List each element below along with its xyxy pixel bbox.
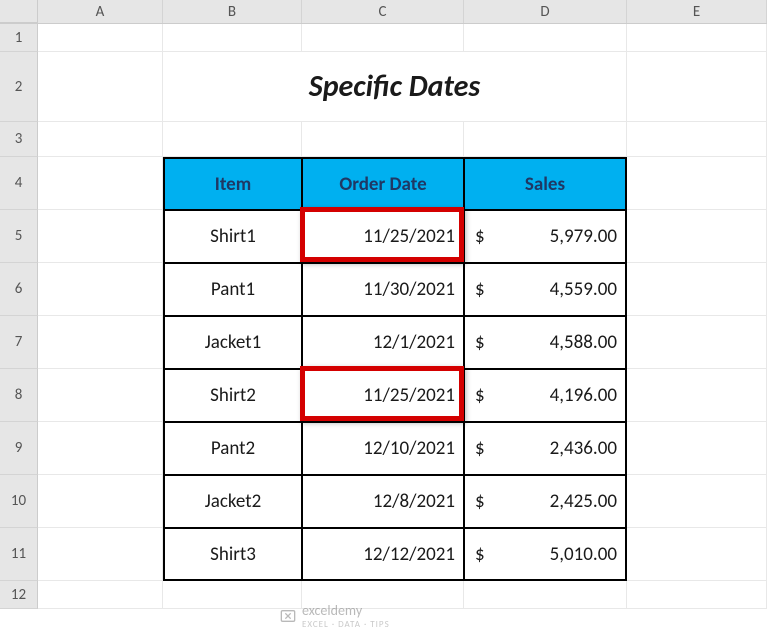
sales-amount: 2,436.00 xyxy=(550,437,617,460)
row-header-12[interactable]: 12 xyxy=(0,581,38,609)
cell-E7[interactable] xyxy=(627,316,767,369)
cell-D1[interactable] xyxy=(464,24,627,52)
cell-B3[interactable] xyxy=(163,122,302,157)
cell-date-6[interactable]: 12/12/2021 xyxy=(302,528,464,581)
currency-symbol: $ xyxy=(473,490,485,513)
title-cell[interactable]: Specific Dates xyxy=(163,52,627,122)
row-header-8[interactable]: 8 xyxy=(0,369,38,422)
cell-E2[interactable] xyxy=(627,52,767,122)
cell-date-1[interactable]: 11/30/2021 xyxy=(302,263,464,316)
sales-amount: 4,588.00 xyxy=(550,331,617,354)
col-header-E[interactable]: E xyxy=(627,0,767,23)
cell-B1[interactable] xyxy=(163,24,302,52)
cell-A6[interactable] xyxy=(38,263,163,316)
sales-amount: 5,979.00 xyxy=(550,225,617,248)
currency-symbol: $ xyxy=(473,278,485,301)
select-all-corner[interactable] xyxy=(0,0,38,23)
cell-item-1[interactable]: Pant1 xyxy=(163,263,302,316)
sales-amount: 2,425.00 xyxy=(550,490,617,513)
cell-A5[interactable] xyxy=(38,210,163,263)
watermark-subtext: EXCEL · DATA · TIPS xyxy=(302,619,390,630)
cell-item-2[interactable]: Jacket1 xyxy=(163,316,302,369)
cell-E3[interactable] xyxy=(627,122,767,157)
cell-E11[interactable] xyxy=(627,528,767,581)
row-header-6[interactable]: 6 xyxy=(0,263,38,316)
sales-amount: 4,559.00 xyxy=(550,278,617,301)
currency-symbol: $ xyxy=(473,437,485,460)
cell-sales-5[interactable]: $ 2,425.00 xyxy=(464,475,627,528)
cell-date-4[interactable]: 12/10/2021 xyxy=(302,422,464,475)
cell-A4[interactable] xyxy=(38,157,163,210)
col-header-B[interactable]: B xyxy=(163,0,302,23)
cell-sales-4[interactable]: $ 2,436.00 xyxy=(464,422,627,475)
cell-sales-0[interactable]: $ 5,979.00 xyxy=(464,210,627,263)
cell-E5[interactable] xyxy=(627,210,767,263)
row-header-9[interactable]: 9 xyxy=(0,422,38,475)
cell-A11[interactable] xyxy=(38,528,163,581)
cell-date-5[interactable]: 12/8/2021 xyxy=(302,475,464,528)
cell-A3[interactable] xyxy=(38,122,163,157)
watermark: exceldemy EXCEL · DATA · TIPS xyxy=(280,602,390,630)
cell-E10[interactable] xyxy=(627,475,767,528)
watermark-text: exceldemy xyxy=(302,602,390,619)
currency-symbol: $ xyxy=(473,225,485,248)
cell-A8[interactable] xyxy=(38,369,163,422)
spreadsheet-grid: A B C D E 1 2 Specific Dates 3 4 Item Or… xyxy=(0,0,767,638)
currency-symbol: $ xyxy=(473,543,485,566)
cell-sales-2[interactable]: $ 4,588.00 xyxy=(464,316,627,369)
cell-sales-3[interactable]: $ 4,196.00 xyxy=(464,369,627,422)
cell-item-4[interactable]: Pant2 xyxy=(163,422,302,475)
cell-A2[interactable] xyxy=(38,52,163,122)
row-header-1[interactable]: 1 xyxy=(0,24,38,52)
currency-symbol: $ xyxy=(473,384,485,407)
cell-A7[interactable] xyxy=(38,316,163,369)
row-header-2[interactable]: 2 xyxy=(0,52,38,122)
cell-D12[interactable] xyxy=(464,581,627,609)
row-header-3[interactable]: 3 xyxy=(0,122,38,157)
header-item[interactable]: Item xyxy=(163,157,302,210)
row-header-5[interactable]: 5 xyxy=(0,210,38,263)
cell-date-2[interactable]: 12/1/2021 xyxy=(302,316,464,369)
cell-sales-6[interactable]: $ 5,010.00 xyxy=(464,528,627,581)
col-header-D[interactable]: D xyxy=(464,0,627,23)
cell-A10[interactable] xyxy=(38,475,163,528)
cell-D3[interactable] xyxy=(464,122,627,157)
cell-date-3[interactable]: 11/25/2021 xyxy=(302,369,464,422)
row-header-10[interactable]: 10 xyxy=(0,475,38,528)
cell-E8[interactable] xyxy=(627,369,767,422)
row-header-7[interactable]: 7 xyxy=(0,316,38,369)
row-header-11[interactable]: 11 xyxy=(0,528,38,581)
cell-item-0[interactable]: Shirt1 xyxy=(163,210,302,263)
cell-A12[interactable] xyxy=(38,581,163,609)
header-sales[interactable]: Sales xyxy=(464,157,627,210)
sales-amount: 5,010.00 xyxy=(550,543,617,566)
cell-E4[interactable] xyxy=(627,157,767,210)
cell-item-6[interactable]: Shirt3 xyxy=(163,528,302,581)
cell-C3[interactable] xyxy=(302,122,464,157)
currency-symbol: $ xyxy=(473,331,485,354)
cell-date-0[interactable]: 11/25/2021 xyxy=(302,210,464,263)
cell-A1[interactable] xyxy=(38,24,163,52)
cell-item-3[interactable]: Shirt2 xyxy=(163,369,302,422)
cell-A9[interactable] xyxy=(38,422,163,475)
cell-sales-1[interactable]: $ 4,559.00 xyxy=(464,263,627,316)
cell-E9[interactable] xyxy=(627,422,767,475)
cell-E1[interactable] xyxy=(627,24,767,52)
row-header-4[interactable]: 4 xyxy=(0,157,38,210)
cell-E6[interactable] xyxy=(627,263,767,316)
column-headers-row: A B C D E xyxy=(0,0,767,24)
header-order-date[interactable]: Order Date xyxy=(302,157,464,210)
cell-item-5[interactable]: Jacket2 xyxy=(163,475,302,528)
cell-E12[interactable] xyxy=(627,581,767,609)
cell-C1[interactable] xyxy=(302,24,464,52)
col-header-A[interactable]: A xyxy=(38,0,163,23)
sales-amount: 4,196.00 xyxy=(550,384,617,407)
excel-icon xyxy=(280,608,296,624)
col-header-C[interactable]: C xyxy=(302,0,464,23)
